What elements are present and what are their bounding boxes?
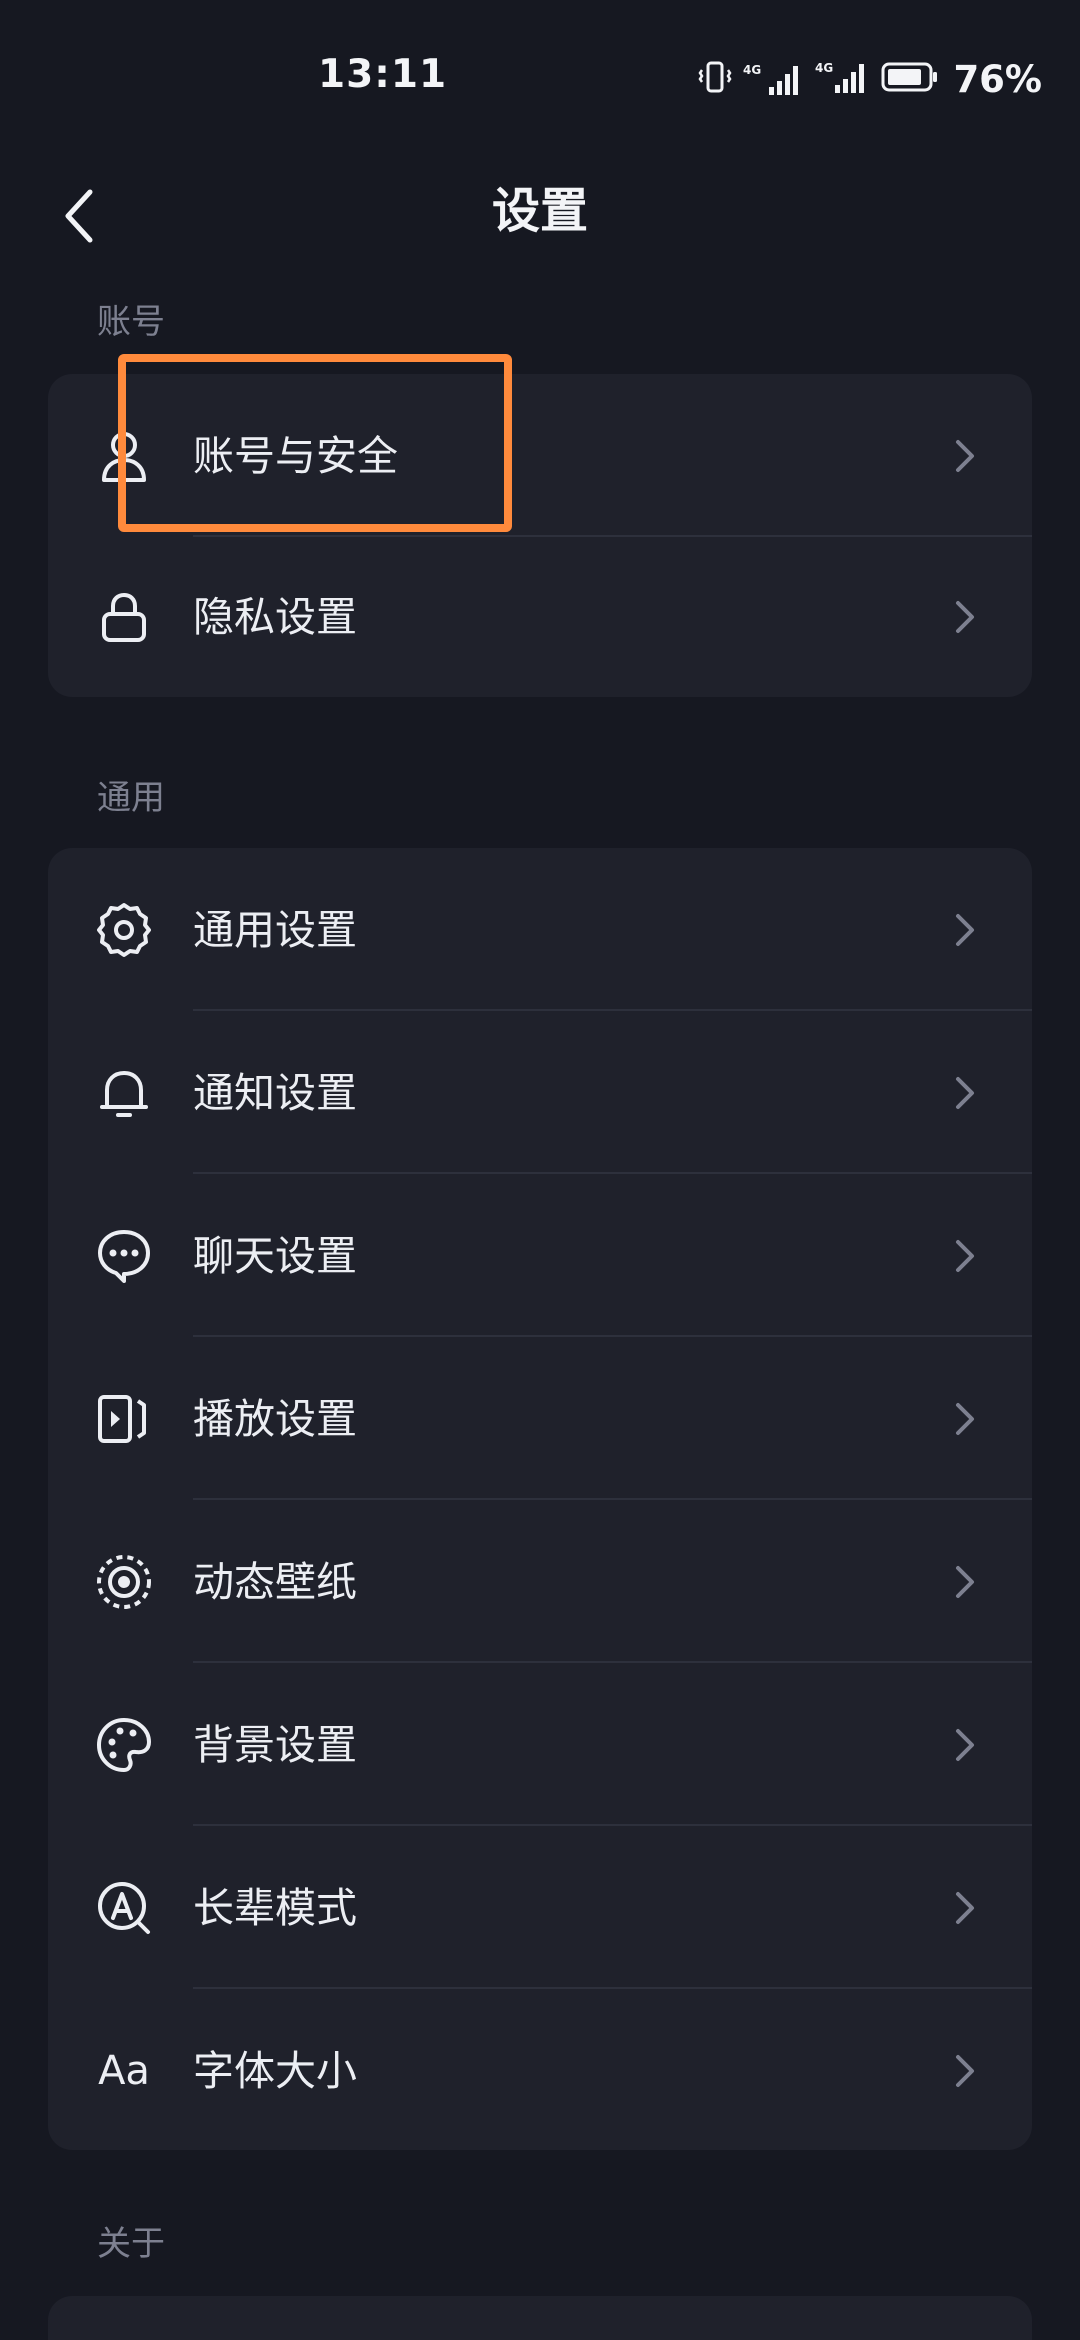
list-item-chat-settings[interactable]: 聊天设置 <box>48 1174 1032 1337</box>
list-item-label: 背景设置 <box>193 1720 357 1769</box>
list-item-elder-mode[interactable]: 长辈模式 <box>48 1826 1032 1989</box>
list-item-label: 动态壁纸 <box>193 1557 357 1606</box>
chevron-right-icon <box>956 601 974 633</box>
header: 设置 <box>0 156 1080 266</box>
list-item-label: 长辈模式 <box>193 1883 357 1932</box>
page-title: 设置 <box>491 183 588 239</box>
gear-icon <box>92 898 156 962</box>
section-label-general: 通用 <box>97 778 165 818</box>
elder-mode-icon <box>92 1876 156 1940</box>
play-icon <box>92 1387 156 1451</box>
list-item-background-settings[interactable]: 背景设置 <box>48 1663 1032 1826</box>
chevron-right-icon <box>956 1239 974 1272</box>
list-item-privacy[interactable]: 隐私设置 <box>48 537 1032 697</box>
list-item-font-size[interactable]: Aa 字体大小 <box>48 1989 1032 2150</box>
general-card: 通用设置 通知设置 聊天设置 播放设置 动态壁纸 背景设置 长辈模式 Aa 字体… <box>48 848 1032 2150</box>
chevron-right-icon <box>956 2054 974 2087</box>
section-label-about: 关于 <box>97 2224 165 2264</box>
highlight-box <box>118 354 512 532</box>
settings-page: 13:11 4G 4G 76% 设置 账号 账号与安全 隐私设置 通用 通用设置… <box>0 0 1080 2340</box>
battery-icon <box>881 59 939 99</box>
list-item-label: 通用设置 <box>193 905 357 954</box>
list-item-label: 通知设置 <box>193 1068 357 1117</box>
bell-icon <box>92 1061 156 1125</box>
list-item-label: 字体大小 <box>193 2046 357 2095</box>
chat-icon <box>92 1224 156 1288</box>
wallpaper-icon <box>92 1550 156 1614</box>
about-card[interactable] <box>48 2296 1032 2340</box>
font-size-icon-text: Aa <box>98 2047 150 2094</box>
list-item-label: 聊天设置 <box>193 1231 357 1280</box>
chevron-right-icon <box>956 913 974 946</box>
vibrate-icon <box>697 59 733 99</box>
chevron-right-icon <box>956 1402 974 1435</box>
signal-icon: 4G <box>815 59 871 99</box>
chevron-right-icon <box>956 1728 974 1761</box>
list-item-label: 播放设置 <box>193 1394 357 1443</box>
signal-icon: 4G <box>743 61 805 97</box>
section-label-account: 账号 <box>97 302 165 342</box>
list-item-live-wallpaper[interactable]: 动态壁纸 <box>48 1500 1032 1663</box>
status-time: 13:11 <box>318 52 448 97</box>
chevron-right-icon <box>956 1891 974 1924</box>
font-size-icon: Aa <box>92 2039 156 2103</box>
chevron-right-icon <box>956 439 974 472</box>
palette-icon <box>92 1713 156 1777</box>
chevron-right-icon <box>956 1076 974 1109</box>
battery-percent: 76% <box>953 57 1042 101</box>
status-icons: 4G 4G 76% <box>697 54 1042 104</box>
list-item-notification-settings[interactable]: 通知设置 <box>48 1011 1032 1174</box>
svg-text:4G: 4G <box>743 63 761 77</box>
status-bar: 13:11 4G 4G 76% <box>0 0 1080 156</box>
lock-icon <box>92 585 156 649</box>
list-item-playback-settings[interactable]: 播放设置 <box>48 1337 1032 1500</box>
list-item-label: 隐私设置 <box>193 593 357 641</box>
svg-text:4G: 4G <box>815 61 833 75</box>
chevron-right-icon <box>956 1565 974 1598</box>
list-item-general-settings[interactable]: 通用设置 <box>48 848 1032 1011</box>
